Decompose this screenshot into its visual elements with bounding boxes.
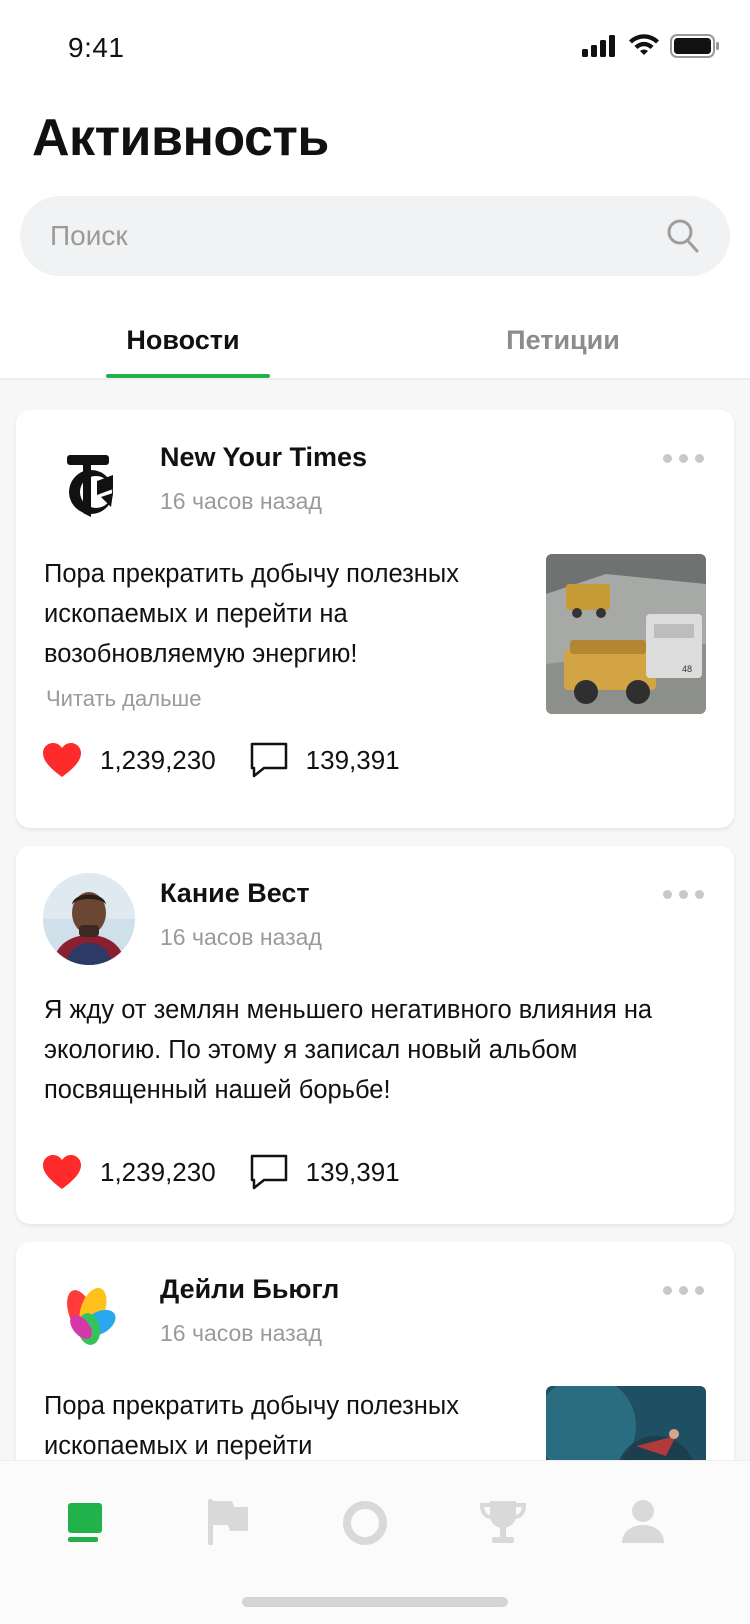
tab-news[interactable]: Новости: [100, 300, 266, 380]
petal-logo-icon[interactable]: [43, 1269, 135, 1361]
nyt-logo-icon[interactable]: [43, 437, 135, 529]
signal-icon: [582, 35, 615, 57]
post-card[interactable]: Кание Вест 16 часов назад Я жду от земля…: [16, 846, 734, 1224]
home-indicator: [242, 1597, 508, 1607]
post-time: 16 часов назад: [160, 1320, 322, 1346]
tab-petitions[interactable]: Петиции: [480, 300, 646, 380]
like-icon[interactable]: [42, 1154, 82, 1190]
more-options-icon[interactable]: [663, 454, 704, 463]
divider: [0, 378, 750, 380]
post-stats: 1,239,230 139,391: [42, 740, 400, 780]
comment-icon[interactable]: [250, 1154, 288, 1190]
ring-icon[interactable]: [340, 1497, 390, 1547]
more-options-icon[interactable]: [663, 890, 704, 899]
status-bar: 9:41: [0, 0, 750, 96]
comments-count: 139,391: [305, 744, 400, 775]
flag-icon[interactable]: [204, 1497, 254, 1547]
tab-bar: Новости Петиции: [0, 300, 750, 380]
comment-icon[interactable]: [250, 742, 288, 778]
post-author[interactable]: Кание Вест: [160, 878, 310, 909]
more-options-icon[interactable]: [663, 1286, 704, 1295]
page-title: Активность: [32, 109, 329, 167]
post-time: 16 часов назад: [160, 488, 322, 514]
post-text: Пора прекратить добычу полезных ископаем…: [44, 1392, 459, 1460]
battery-icon: [670, 34, 719, 58]
top-panel: 9:41 Активность Поиск Новости Петиции: [0, 0, 750, 380]
post-card[interactable]: New Your Times 16 часов назад Пора прекр…: [16, 410, 734, 828]
read-more-link[interactable]: Читать дальше: [46, 686, 201, 712]
comments-count: 139,391: [305, 1156, 400, 1187]
post-time: 16 часов назад: [160, 924, 322, 950]
post-image[interactable]: 48: [546, 554, 706, 714]
status-time: 9:41: [68, 32, 125, 63]
profile-icon[interactable]: [618, 1497, 668, 1547]
svg-text:48: 48: [682, 664, 692, 674]
avatar[interactable]: [43, 873, 135, 965]
post-text: Я жду от землян меньшего негативного вли…: [44, 996, 653, 1104]
likes-count: 1,239,230: [100, 744, 216, 775]
post-stats: 1,239,230 139,391: [42, 1152, 400, 1192]
post-author[interactable]: New Your Times: [160, 442, 367, 473]
search-icon[interactable]: [666, 218, 700, 254]
post-text: Пора прекратить добычу полезных ископаем…: [44, 560, 459, 668]
bottom-nav: [0, 1460, 750, 1624]
search-bar[interactable]: [20, 196, 730, 276]
post-author[interactable]: Дейли Бьюгл: [160, 1274, 339, 1305]
like-icon[interactable]: [42, 742, 82, 778]
status-icons: [582, 34, 720, 58]
search-input[interactable]: [50, 196, 650, 276]
trophy-icon[interactable]: [478, 1497, 528, 1547]
news-icon[interactable]: [64, 1497, 114, 1547]
likes-count: 1,239,230: [100, 1156, 216, 1187]
wifi-icon: [629, 34, 659, 55]
